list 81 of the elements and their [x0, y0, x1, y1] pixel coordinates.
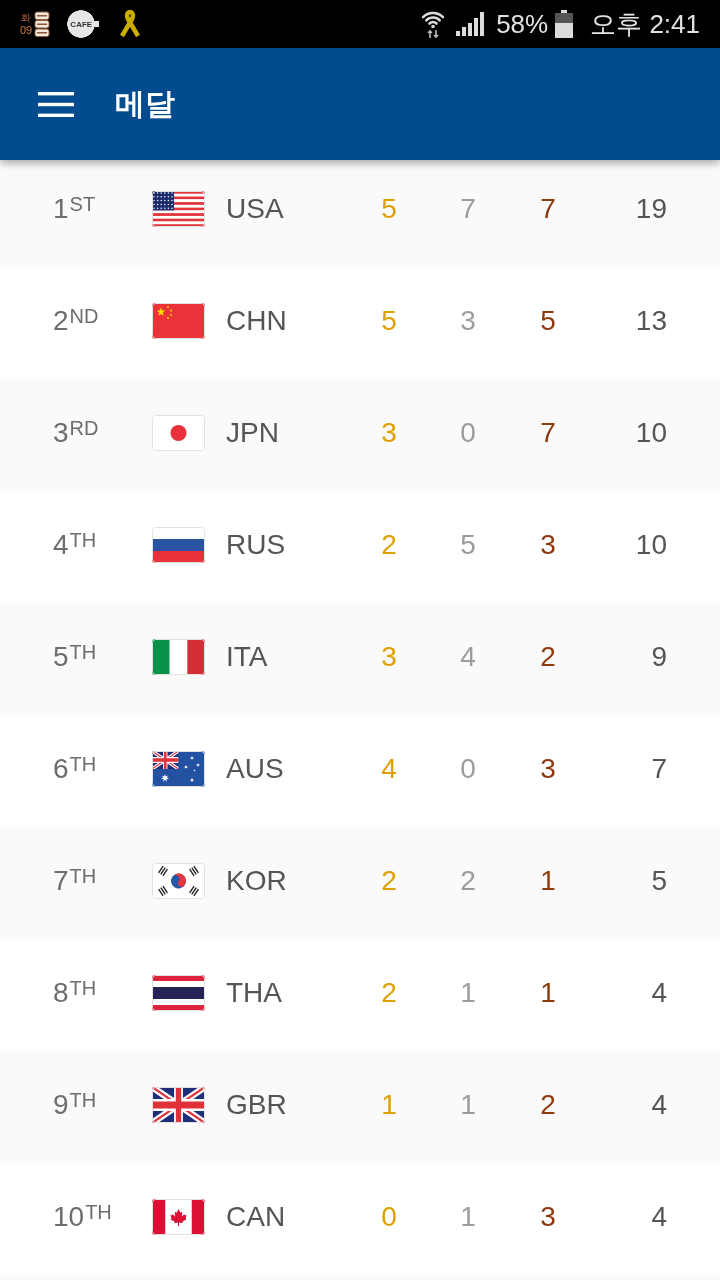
third-place-count: 7 — [540, 417, 556, 449]
rank-text: 9$^{TH}$ — [53, 1089, 97, 1121]
first-place-count: 3 — [381, 641, 397, 673]
third-place-count: 5 — [540, 305, 556, 337]
rank-text: 4$^{TH}$ — [53, 529, 97, 561]
total-medal-count: 4 — [651, 977, 667, 1009]
rank-text: 3$^{RD}$ — [53, 417, 99, 449]
cafe-badge: CAFE — [67, 10, 102, 38]
country-code: THA — [226, 977, 282, 1009]
country-code: AUS — [226, 753, 284, 785]
third-place-count: 1 — [540, 865, 556, 897]
third-place-count: 2 — [540, 641, 556, 673]
first-place-count: 3 — [381, 417, 397, 449]
total-medal-count: 4 — [651, 1089, 667, 1121]
first-place-count: 4 — [381, 753, 397, 785]
first-place-count: 5 — [381, 305, 397, 337]
second-place-count: 7 — [460, 193, 476, 225]
total-medal-count: 4 — [651, 1201, 667, 1233]
battery-icon — [555, 10, 574, 38]
third-place-count: 3 — [540, 529, 556, 561]
south-korea-flag-icon — [152, 863, 205, 899]
rank-text: 1$^{ST}$ — [53, 193, 96, 225]
second-place-count: 1 — [460, 1201, 476, 1233]
second-place-count: 2 — [460, 865, 476, 897]
country-code: RUS — [226, 529, 286, 561]
rank-text: 2$^{ND}$ — [53, 305, 99, 337]
menu-icon[interactable] — [38, 91, 74, 117]
clock-time: 오후 2:41 — [590, 11, 700, 37]
third-place-count: 3 — [540, 753, 556, 785]
thailand-flag-icon — [152, 975, 205, 1011]
second-place-count: 0 — [460, 417, 476, 449]
rank-text: 10$^{TH}$ — [53, 1201, 112, 1233]
country-code: CHN — [226, 305, 287, 337]
first-place-count: 1 — [381, 1089, 397, 1121]
united-kingdom-flag-icon — [152, 1087, 205, 1123]
first-place-count: 2 — [381, 977, 397, 1009]
total-medal-count: 19 — [635, 193, 667, 225]
first-place-count: 2 — [381, 529, 397, 561]
first-place-count: 0 — [381, 1201, 397, 1233]
china-flag-icon — [152, 303, 205, 339]
total-medal-count: 7 — [651, 753, 667, 785]
weekday-text: 화 — [21, 12, 32, 23]
second-place-count: 1 — [460, 1089, 476, 1121]
rank-text: 6$^{TH}$ — [53, 753, 97, 785]
rank-text: 5$^{TH}$ — [53, 641, 97, 673]
country-code: JPN — [226, 417, 279, 449]
second-place-count: 5 — [460, 529, 476, 561]
country-code: KOR — [226, 865, 287, 897]
italy-flag-icon — [152, 639, 205, 675]
app-title: 메달 — [115, 85, 175, 122]
second-place-count: 4 — [460, 641, 476, 673]
third-place-count: 3 — [540, 1201, 556, 1233]
total-medal-count: 10 — [635, 417, 667, 449]
first-place-count: 2 — [381, 865, 397, 897]
country-code: ITA — [226, 641, 268, 673]
total-medal-count: 10 — [635, 529, 667, 561]
third-place-count: 7 — [540, 193, 556, 225]
canada-flag-icon — [152, 1199, 205, 1235]
country-code: GBR — [226, 1089, 287, 1121]
cup-stack-icon — [34, 10, 51, 38]
second-place-count: 3 — [460, 305, 476, 337]
rank-text: 7$^{TH}$ — [53, 865, 97, 897]
australia-flag-icon — [152, 751, 205, 787]
second-place-count: 0 — [460, 753, 476, 785]
battery-percent: 58% — [496, 11, 549, 37]
united-states-flag-icon — [152, 191, 205, 227]
total-medal-count: 5 — [651, 865, 667, 897]
second-place-count: 1 — [460, 977, 476, 1009]
country-code: USA — [226, 193, 284, 225]
russia-flag-icon — [152, 527, 205, 563]
date-text: 09 — [20, 24, 33, 36]
third-place-count: 1 — [540, 977, 556, 1009]
japan-flag-icon — [152, 415, 205, 451]
third-place-count: 2 — [540, 1089, 556, 1121]
rank-text: 8$^{TH}$ — [53, 977, 97, 1009]
ribbon-icon — [118, 10, 143, 38]
signal-icon — [456, 12, 485, 36]
total-medal-count: 9 — [651, 641, 667, 673]
country-code: CAN — [226, 1201, 286, 1233]
total-medal-count: 13 — [635, 305, 667, 337]
first-place-count: 5 — [381, 193, 397, 225]
